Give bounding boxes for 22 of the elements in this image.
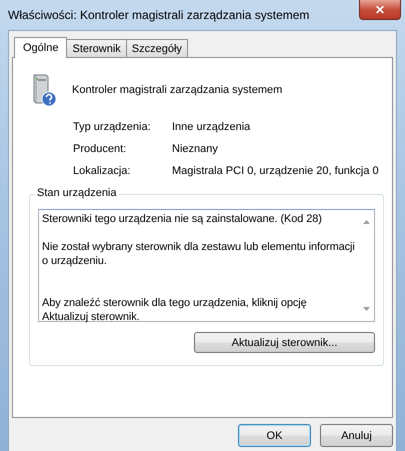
- group-title: Stan urządzenia: [35, 187, 118, 199]
- property-value: Nieznany: [172, 142, 219, 156]
- tab[interactable]: Szczegóły: [126, 39, 188, 57]
- property-label: Typ urządzenia:: [73, 120, 152, 134]
- property-value: Inne urządzenia: [172, 120, 252, 134]
- status-text: Aby znaleźć sterownik dla tego urządzenia, kliknij opcję Aktualizuj sterownik.: [42, 296, 308, 324]
- window-title: Właściwości: Kontroler magistrali zarządzania systemem: [8, 8, 310, 22]
- device-name: Kontroler magistrali zarządzania systemem: [72, 84, 282, 96]
- scroll-down-icon[interactable]: [362, 307, 370, 311]
- property-label: Lokalizacja:: [73, 164, 132, 178]
- update-driver-button[interactable]: Aktualizuj sterownik...: [194, 332, 375, 353]
- property-value: Magistrala PCI 0, urządzenie 20, funkcja 0: [172, 164, 379, 178]
- status-text: Nie został wybrany sterownik dla zestawu lub elementu informacji o urządzeniu.: [42, 240, 355, 268]
- tab[interactable]: Sterownik: [66, 39, 127, 57]
- scroll-up-icon[interactable]: [362, 220, 370, 224]
- property-label: Producent:: [73, 142, 128, 156]
- tab[interactable]: Ogólne: [14, 37, 68, 58]
- cancel-button[interactable]: Anuluj: [320, 424, 393, 447]
- ok-button[interactable]: OK: [238, 424, 311, 447]
- status-text-box[interactable]: [38, 209, 375, 322]
- status-text: Sterowniki tego urządzenia nie są zainstalowane. (Kod 28): [42, 212, 323, 226]
- close-button[interactable]: ✕: [359, 0, 401, 20]
